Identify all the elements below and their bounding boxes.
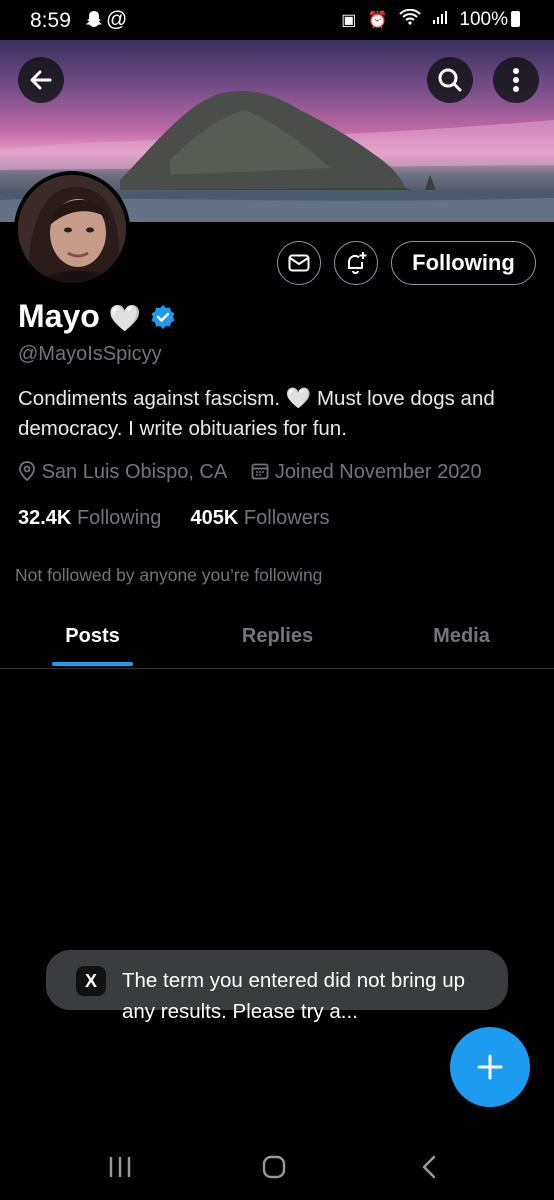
back-arrow-icon [30,70,52,90]
x-logo-icon: X [76,966,106,996]
envelope-icon [288,254,310,272]
joined-text: Joined November 2020 [274,461,482,483]
search-icon [438,68,462,92]
stats-row: 32.4K Following 405K Followers [18,507,330,530]
location-text: San Luis Obispo, CA [41,461,227,483]
nfc-icon: ▣ [341,12,357,29]
avatar-image [18,175,126,283]
following-count: 32.4K [18,507,72,529]
plus-icon [477,1054,503,1080]
snapchat-icon [84,9,104,34]
location-icon [19,461,35,482]
tab-posts[interactable]: Posts [0,605,185,668]
more-options-icon [513,68,519,92]
profile-meta: San Luis Obispo, CA Joined November 2020 [18,461,482,484]
tab-media[interactable]: Media [369,605,554,668]
white-heart-emoji: 🤍 [108,303,142,333]
followers-label: Followers [243,507,330,529]
display-name: Mayo 🤍 [18,298,176,335]
at-sign-icon: @ [106,8,128,31]
display-name-text: Mayo [18,298,100,334]
bio: Condiments against fascism. 🤍 Must love … [18,387,495,440]
system-nav-bar [0,1130,554,1200]
tab-replies[interactable]: Replies [185,605,370,668]
profile-tabs: Posts Replies Media [0,605,554,669]
avatar[interactable] [14,171,130,287]
status-right: ▣ ⏰ 100% [341,8,520,31]
toast-message: The term you entered did not bring up an… [122,969,466,1023]
alarm-icon: ⏰ [367,12,388,29]
back-button[interactable] [18,57,64,103]
status-bar: 8:59 @ ▣ ⏰ 100% [0,0,554,40]
more-options-button[interactable] [493,57,539,103]
following-label: Following [76,507,162,529]
toast: X The term you entered did not bring up … [46,950,508,1023]
battery-percent: 100% [459,9,508,30]
followers-stat[interactable]: 405K Followers [191,507,330,529]
recent-apps-icon[interactable] [108,1156,132,1178]
signal-icon [432,9,448,30]
wifi-icon [399,8,421,30]
notify-button[interactable] [334,241,378,285]
followers-count: 405K [190,507,239,529]
bell-plus-icon [347,252,367,274]
compose-button[interactable] [450,1027,530,1107]
handle: @MayoIsSpicyy [18,343,162,365]
search-button[interactable] [427,57,473,103]
calendar-icon [251,463,269,480]
battery-icon [511,11,520,27]
verified-badge-icon[interactable] [150,304,176,330]
following-button[interactable]: Following [391,241,536,285]
active-tab-indicator [52,662,133,666]
back-icon[interactable] [420,1155,438,1179]
home-icon[interactable] [262,1155,286,1179]
status-time: 8:59 [30,9,71,32]
following-stat[interactable]: 32.4K Following [18,507,161,529]
message-button[interactable] [277,241,321,285]
followed-by-note: Not followed by anyone you’re following [15,565,323,585]
